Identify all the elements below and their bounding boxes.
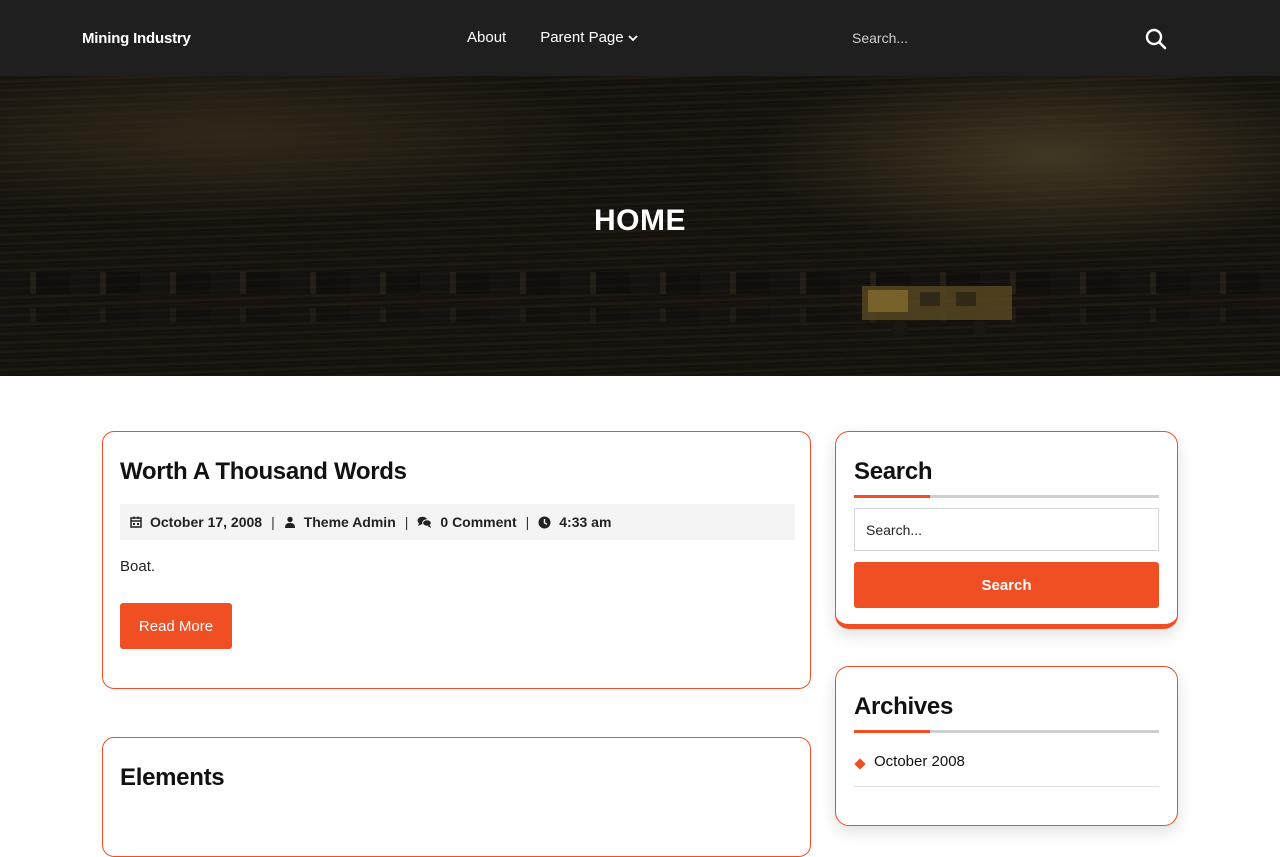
meta-separator: | (525, 514, 530, 530)
archive-label: October 2008 (874, 753, 965, 770)
site-header: Mining Industry About Parent Page (0, 0, 1280, 76)
post-card: Elements (102, 737, 811, 857)
nav-item-parent-page[interactable]: Parent Page (540, 29, 638, 46)
nav-item-about[interactable]: About (467, 29, 506, 46)
post-title[interactable]: Worth A Thousand Words (120, 458, 407, 486)
diamond-bullet-icon (854, 758, 866, 770)
hero-image-texture (0, 272, 1280, 294)
post-card: Worth A Thousand Words October 17, 2008 … (102, 431, 811, 689)
search-icon[interactable] (1144, 27, 1168, 51)
post-excerpt: Boat. (120, 558, 156, 575)
post-meta: October 17, 2008 | Theme Admin | 0 Comme… (120, 504, 795, 540)
post-author[interactable]: Theme Admin (284, 514, 396, 530)
header-search-input[interactable] (852, 24, 1132, 52)
clock-icon (538, 516, 551, 528)
hero-image-texture (0, 308, 1280, 322)
main-nav: About Parent Page (467, 29, 638, 46)
user-icon (284, 516, 295, 528)
nav-item-label: About (467, 29, 507, 46)
widget-title: Search (854, 458, 933, 485)
header-search (852, 24, 1182, 54)
sidebar-search-widget: Search Search (835, 431, 1178, 629)
post-comments-label: 0 Comment (440, 514, 517, 530)
sidebar-search-input[interactable] (854, 508, 1159, 551)
sidebar-archives-widget: Archives October 2008 (835, 666, 1178, 826)
post-time-label: 4:33 am (559, 514, 612, 530)
chevron-down-icon (627, 35, 638, 42)
post-title[interactable]: Elements (120, 764, 225, 792)
post-comments[interactable]: 0 Comment (417, 514, 517, 530)
archive-link[interactable]: October 2008 (854, 753, 1159, 787)
meta-separator: | (404, 514, 409, 530)
comments-icon (417, 516, 433, 528)
meta-separator: | (271, 514, 275, 530)
widget-title-underline (854, 495, 1159, 498)
post-author-label: Theme Admin (303, 514, 396, 530)
read-more-button[interactable]: Read More (120, 603, 232, 649)
nav-item-label: Parent Page (540, 29, 624, 46)
calendar-icon (130, 516, 142, 528)
sidebar-search-button[interactable]: Search (854, 562, 1159, 608)
post-date[interactable]: October 17, 2008 (130, 514, 262, 530)
post-date-label: October 17, 2008 (150, 514, 263, 530)
hero-image-vehicle (862, 286, 1012, 336)
hero-banner: HOME (0, 76, 1280, 376)
widget-title-underline (854, 730, 1159, 733)
page-title: HOME (594, 204, 686, 237)
post-time: 4:33 am (538, 514, 611, 530)
site-logo[interactable]: Mining Industry (82, 30, 191, 47)
widget-title: Archives (854, 693, 953, 720)
